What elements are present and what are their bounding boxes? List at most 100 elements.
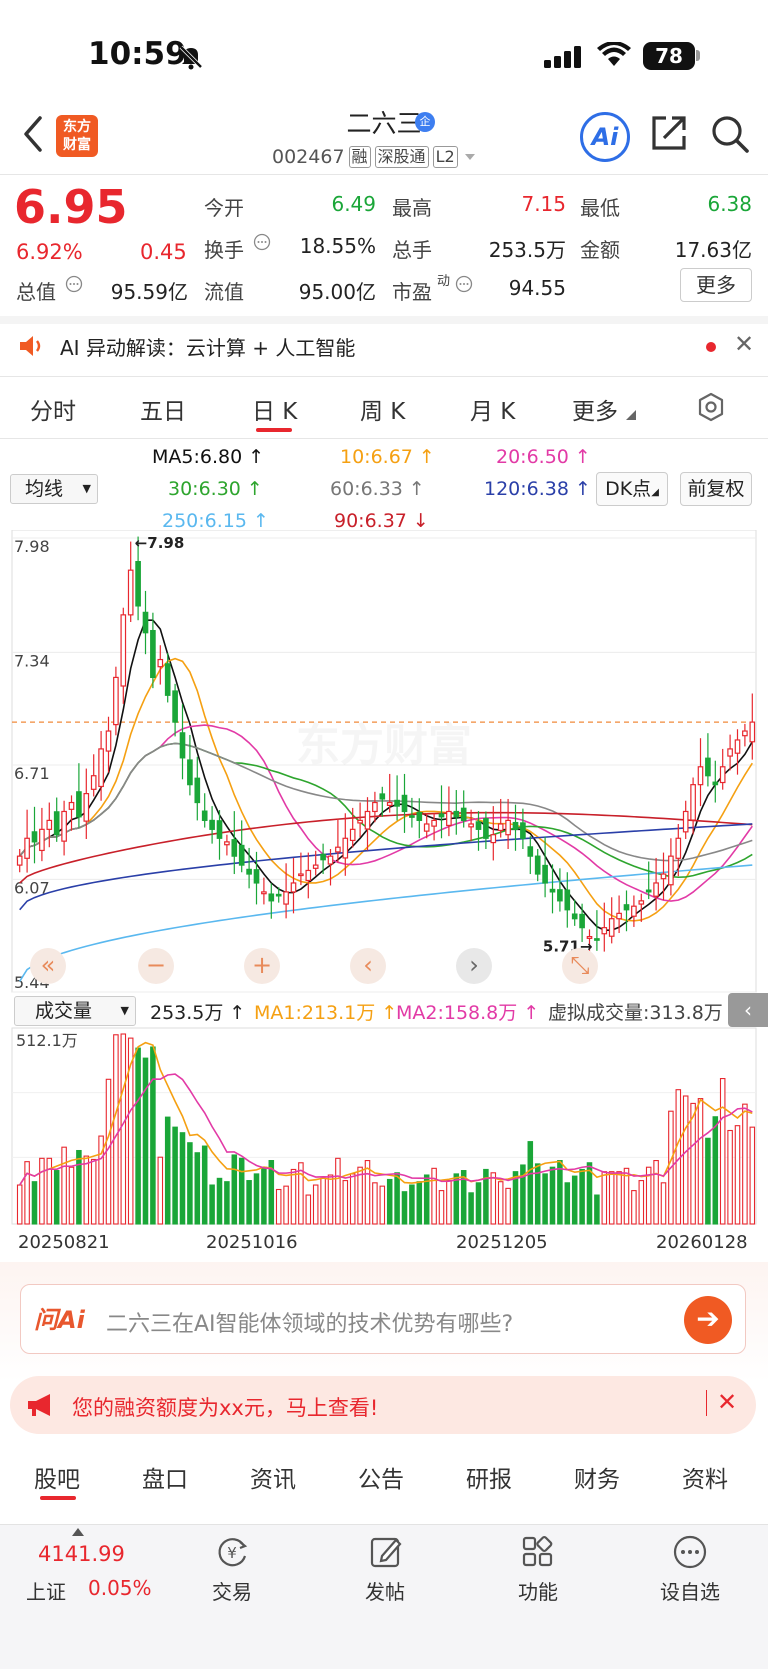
volume-bar <box>238 1157 245 1225</box>
tab-weekly-k[interactable]: 周 K <box>360 392 405 426</box>
ma120-label: 120:6.38 ↑ <box>484 478 591 500</box>
arrow-right-icon[interactable]: ➔ <box>684 1296 732 1344</box>
more-quote-button[interactable]: 更多 <box>680 268 752 302</box>
more-options-icon[interactable] <box>672 1534 708 1570</box>
volume-bar <box>246 1180 252 1225</box>
ma-select[interactable]: 均线 ▼ <box>10 474 98 504</box>
ai-assistant-button[interactable]: Ai <box>580 112 630 162</box>
settings-icon[interactable] <box>696 392 726 422</box>
candle-body <box>668 855 674 886</box>
kline-chart[interactable]: 7.987.346.716.075.44 东方财富 ←7.985.71→ <box>0 530 768 1000</box>
tab-daily-k[interactable]: 日 K <box>252 392 297 426</box>
label-open: 今开 <box>204 196 244 220</box>
volume-chart[interactable]: 512.1万 <box>0 1026 768 1230</box>
stock-code-row[interactable]: 002467 融 深股通 L2 <box>272 146 478 168</box>
candle-body <box>327 855 334 865</box>
candle-body <box>342 837 349 859</box>
candle-body <box>68 801 75 810</box>
scroll-left-icon[interactable]: ‹ <box>350 948 386 984</box>
info-icon[interactable] <box>253 233 271 251</box>
post-icon[interactable] <box>368 1534 404 1570</box>
price-adjust-button[interactable]: 前复权 <box>680 472 752 506</box>
candle-body <box>312 864 319 869</box>
volume-bar <box>697 1098 704 1225</box>
dk-point-button[interactable]: DK点◢ <box>596 472 668 506</box>
scroll-left-fast-icon[interactable]: « <box>30 948 66 984</box>
volume-bar <box>712 1116 719 1225</box>
candle-body <box>283 891 289 905</box>
functions-icon[interactable] <box>520 1534 556 1570</box>
tab-intraday[interactable]: 分时 <box>30 392 76 426</box>
volume-bar <box>157 1156 164 1225</box>
tab-underline <box>256 428 292 432</box>
collapse-panel-icon[interactable]: ‹ <box>728 993 768 1027</box>
tab-more[interactable]: 更多 <box>572 392 618 426</box>
tab-monthly-k[interactable]: 月 K <box>470 392 515 426</box>
close-icon[interactable]: ✕ <box>734 330 754 358</box>
indicator-select[interactable]: 成交量 ▼ <box>14 996 136 1026</box>
scroll-right-icon[interactable]: › <box>456 948 492 984</box>
candle-body <box>579 913 585 929</box>
info-icon[interactable] <box>455 275 473 293</box>
value-high: 7.15 <box>521 192 566 216</box>
value-volume: 253.5万 <box>488 238 566 262</box>
index-change[interactable]: 0.05% <box>88 1576 152 1600</box>
zoom-in-icon[interactable]: + <box>244 948 280 984</box>
functions-label[interactable]: 功能 <box>518 1576 558 1605</box>
volume-bar <box>416 1181 423 1225</box>
index-value[interactable]: 4141.99 <box>38 1542 125 1566</box>
volume-bar <box>616 1171 622 1225</box>
candle-body <box>742 730 748 737</box>
index-name[interactable]: 上证 <box>26 1576 66 1605</box>
promo-text[interactable]: 您的融资额度为xx元，马上查看! <box>72 1392 378 1422</box>
volume-bar <box>453 1173 460 1225</box>
candle-body <box>719 766 726 784</box>
current-price: 6.95 <box>14 180 128 234</box>
tab-announcements[interactable]: 公告 <box>358 1460 404 1494</box>
tab-orderbook[interactable]: 盘口 <box>142 1460 188 1494</box>
candle-body <box>187 759 193 786</box>
ask-ai-input[interactable]: 二六三在AI智能体领域的技术优势有哪些? <box>106 1306 513 1338</box>
tab-profile[interactable]: 资料 <box>682 1460 728 1494</box>
candle-body <box>357 819 363 824</box>
volume-bar <box>623 1167 630 1225</box>
candle-body <box>164 663 171 696</box>
add-watchlist-label[interactable]: 设自选 <box>660 1576 720 1605</box>
ma5-label: MA5:6.80 ↑ <box>152 446 265 468</box>
volume-bar <box>68 1166 75 1225</box>
candle-body <box>401 794 408 813</box>
info-icon[interactable] <box>65 275 83 293</box>
ai-insight-text[interactable]: AI 异动解读：云计算 + 人工智能 <box>60 332 355 361</box>
volume-bar <box>16 1184 23 1225</box>
post-label[interactable]: 发帖 <box>365 1576 405 1605</box>
ma90-label: 90:6.37 ↓ <box>334 510 429 532</box>
volume-bar <box>727 1129 733 1225</box>
ask-ai-logo: 问Ai <box>34 1306 85 1334</box>
fullscreen-icon[interactable]: ⤡ <box>562 948 598 984</box>
candle-body <box>527 846 534 857</box>
trade-label[interactable]: 交易 <box>212 1576 252 1605</box>
candle-body <box>564 889 571 911</box>
tab-five-day[interactable]: 五日 <box>140 392 186 426</box>
trade-icon[interactable]: ¥ <box>214 1534 250 1570</box>
volume-bar <box>305 1194 312 1225</box>
volume-bar <box>335 1157 341 1225</box>
ma-long-line <box>19 864 753 982</box>
volume-bar <box>53 1170 60 1225</box>
tab-news[interactable]: 资讯 <box>250 1460 296 1494</box>
candle-body <box>438 813 445 818</box>
share-icon[interactable] <box>650 114 688 152</box>
candle-body <box>394 799 400 807</box>
tab-finance[interactable]: 财务 <box>574 1460 620 1494</box>
label-amount: 金额 <box>580 238 620 262</box>
stock-code: 002467 <box>272 146 345 168</box>
tab-forum[interactable]: 股吧 <box>34 1460 80 1494</box>
search-icon[interactable] <box>710 114 750 154</box>
close-icon[interactable]: ✕ <box>717 1388 737 1416</box>
candle-body <box>645 889 652 893</box>
candle-body <box>675 837 682 859</box>
candle-body <box>298 873 304 877</box>
tab-research[interactable]: 研报 <box>466 1460 512 1494</box>
zoom-out-icon[interactable]: − <box>138 948 174 984</box>
candle-body <box>660 873 667 880</box>
